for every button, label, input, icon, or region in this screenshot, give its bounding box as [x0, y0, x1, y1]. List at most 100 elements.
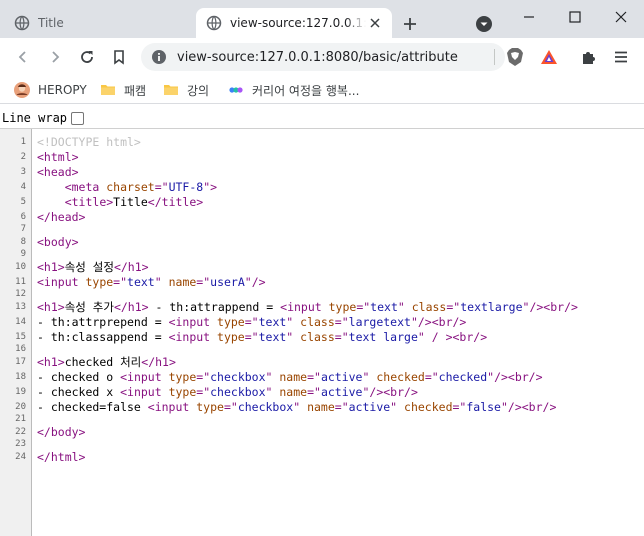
- code-token: =": [334, 314, 349, 329]
- code-token: checkbox: [237, 399, 294, 414]
- code-token: <input: [147, 399, 197, 414]
- tab-title: view-source:127.0.0.1:8080/basic/attribu…: [230, 16, 366, 30]
- line-wrap-control: Line wrap: [0, 108, 85, 128]
- line-wrap-checkbox[interactable]: [71, 111, 85, 125]
- maximize-icon: [569, 11, 581, 23]
- bookmark-folder-lecture[interactable]: 강의: [163, 80, 209, 100]
- info-icon: [152, 50, 166, 64]
- line-code: - checked o <input type="checkbox" name=…: [28, 370, 543, 384]
- reload-button[interactable]: [74, 44, 100, 70]
- source-line: 4 <meta charset="UTF-8">: [0, 179, 644, 194]
- code-token: name: [307, 399, 335, 414]
- line-number: 9: [20, 249, 26, 259]
- extensions-button[interactable]: [576, 44, 602, 70]
- folder-icon: [164, 85, 178, 95]
- code-token: =": [244, 329, 259, 344]
- new-tab-button[interactable]: [398, 12, 422, 36]
- minimize-icon: [524, 16, 534, 18]
- code-token: "/>: [244, 274, 266, 289]
- close-window-button[interactable]: [598, 4, 644, 30]
- code-token: checked 처리: [64, 354, 142, 369]
- close-tab-button[interactable]: [366, 14, 384, 32]
- source-line: 14- th:attrprepend = <input type="text" …: [0, 314, 644, 329]
- line-number: 3: [20, 166, 26, 177]
- code-token: - th:attrprepend =: [37, 314, 169, 329]
- line-number: 8: [20, 236, 26, 247]
- brave-rewards-button[interactable]: [536, 44, 562, 70]
- code-token: <input: [168, 314, 218, 329]
- code-token: - th:classappend =: [37, 329, 169, 344]
- source-line: 7: [0, 224, 644, 234]
- code-token: <input: [120, 369, 169, 384]
- code-token: =": [334, 399, 349, 414]
- bookmarks-bar: HEROPY 패캠 강의 커리어 여정을 행복...: [0, 76, 644, 104]
- code-token: type: [217, 329, 245, 344]
- code-token: ": [286, 329, 301, 344]
- maximize-button[interactable]: [552, 4, 598, 30]
- code-token: name: [168, 274, 197, 289]
- line-number: 23: [15, 439, 26, 449]
- folder-icon: [101, 85, 115, 95]
- minimize-button[interactable]: [506, 4, 552, 30]
- line-code: - checked=false <input type="checkbox" n…: [28, 400, 556, 414]
- code-token: ": [265, 369, 280, 384]
- tab-title-page[interactable]: Title: [8, 8, 194, 38]
- tab-view-source[interactable]: view-source:127.0.0.1:8080/basic/attribu…: [196, 8, 392, 38]
- source-line: 2 <html>: [0, 149, 644, 164]
- line-number: 15: [15, 331, 26, 342]
- code-token: <h1>: [37, 354, 65, 369]
- code-token: checked: [404, 399, 453, 414]
- source-line: 12: [0, 289, 644, 299]
- line-number: 2: [20, 151, 26, 162]
- code-token: =": [196, 274, 211, 289]
- code-token: =": [196, 384, 211, 399]
- bookmark-page-button[interactable]: [106, 44, 132, 70]
- code-token: text large: [348, 329, 418, 344]
- line-number: 12: [15, 289, 26, 299]
- source-line: 9: [0, 249, 644, 259]
- back-button[interactable]: [10, 44, 36, 70]
- menu-button[interactable]: [608, 44, 634, 70]
- reload-icon: [81, 51, 93, 63]
- code-token: <input: [37, 274, 86, 289]
- code-token: </head>: [37, 209, 86, 224]
- code-token: UTF-8: [168, 179, 204, 194]
- code-token: <body>: [37, 234, 79, 249]
- code-token: type: [217, 314, 245, 329]
- bookmark-career[interactable]: 커리어 여정을 행복...: [228, 80, 359, 100]
- line-code: </head>: [28, 210, 85, 224]
- code-token: name: [279, 384, 308, 399]
- line-code: - checked x <input type="checkbox" name=…: [28, 385, 418, 399]
- code-token: active: [320, 384, 363, 399]
- source-line: 10 <h1>속성 설정</h1>: [0, 259, 644, 274]
- code-token: ": [286, 314, 301, 329]
- source-line: 3 <head>: [0, 164, 644, 179]
- bookmark-folder-fastcampus[interactable]: 패캠: [100, 80, 146, 100]
- forward-button[interactable]: [42, 44, 68, 70]
- brave-shields-button[interactable]: [502, 44, 528, 70]
- code-token: <input: [168, 329, 218, 344]
- code-token: checkbox: [210, 384, 266, 399]
- code-token: ": [293, 399, 308, 414]
- code-token: Title: [113, 194, 148, 209]
- bookmark-heropy[interactable]: HEROPY: [14, 80, 87, 100]
- code-token: =": [446, 299, 461, 314]
- address-bar[interactable]: view-source:127.0.0.1:8080/basic/attribu…: [141, 43, 505, 71]
- code-token: ": [397, 299, 412, 314]
- code-token: type: [168, 369, 197, 384]
- avatar-icon: [14, 82, 30, 98]
- source-line: 1 <!DOCTYPE html>: [0, 134, 644, 149]
- code-token: active: [320, 369, 363, 384]
- line-number: 1: [20, 136, 26, 147]
- line-number: 22: [15, 426, 26, 437]
- line-code: <h1>속성 설정</h1>: [28, 259, 149, 275]
- code-token: <h1>: [37, 299, 65, 314]
- line-number: 20: [15, 401, 26, 412]
- code-token: =": [223, 399, 238, 414]
- code-token: ": [362, 369, 377, 384]
- source-line: 20- checked=false <input type="checkbox"…: [0, 399, 644, 414]
- bookmark-label: 패캠: [124, 83, 147, 98]
- code-token: false: [466, 399, 501, 414]
- tab-search-button[interactable]: [474, 14, 494, 34]
